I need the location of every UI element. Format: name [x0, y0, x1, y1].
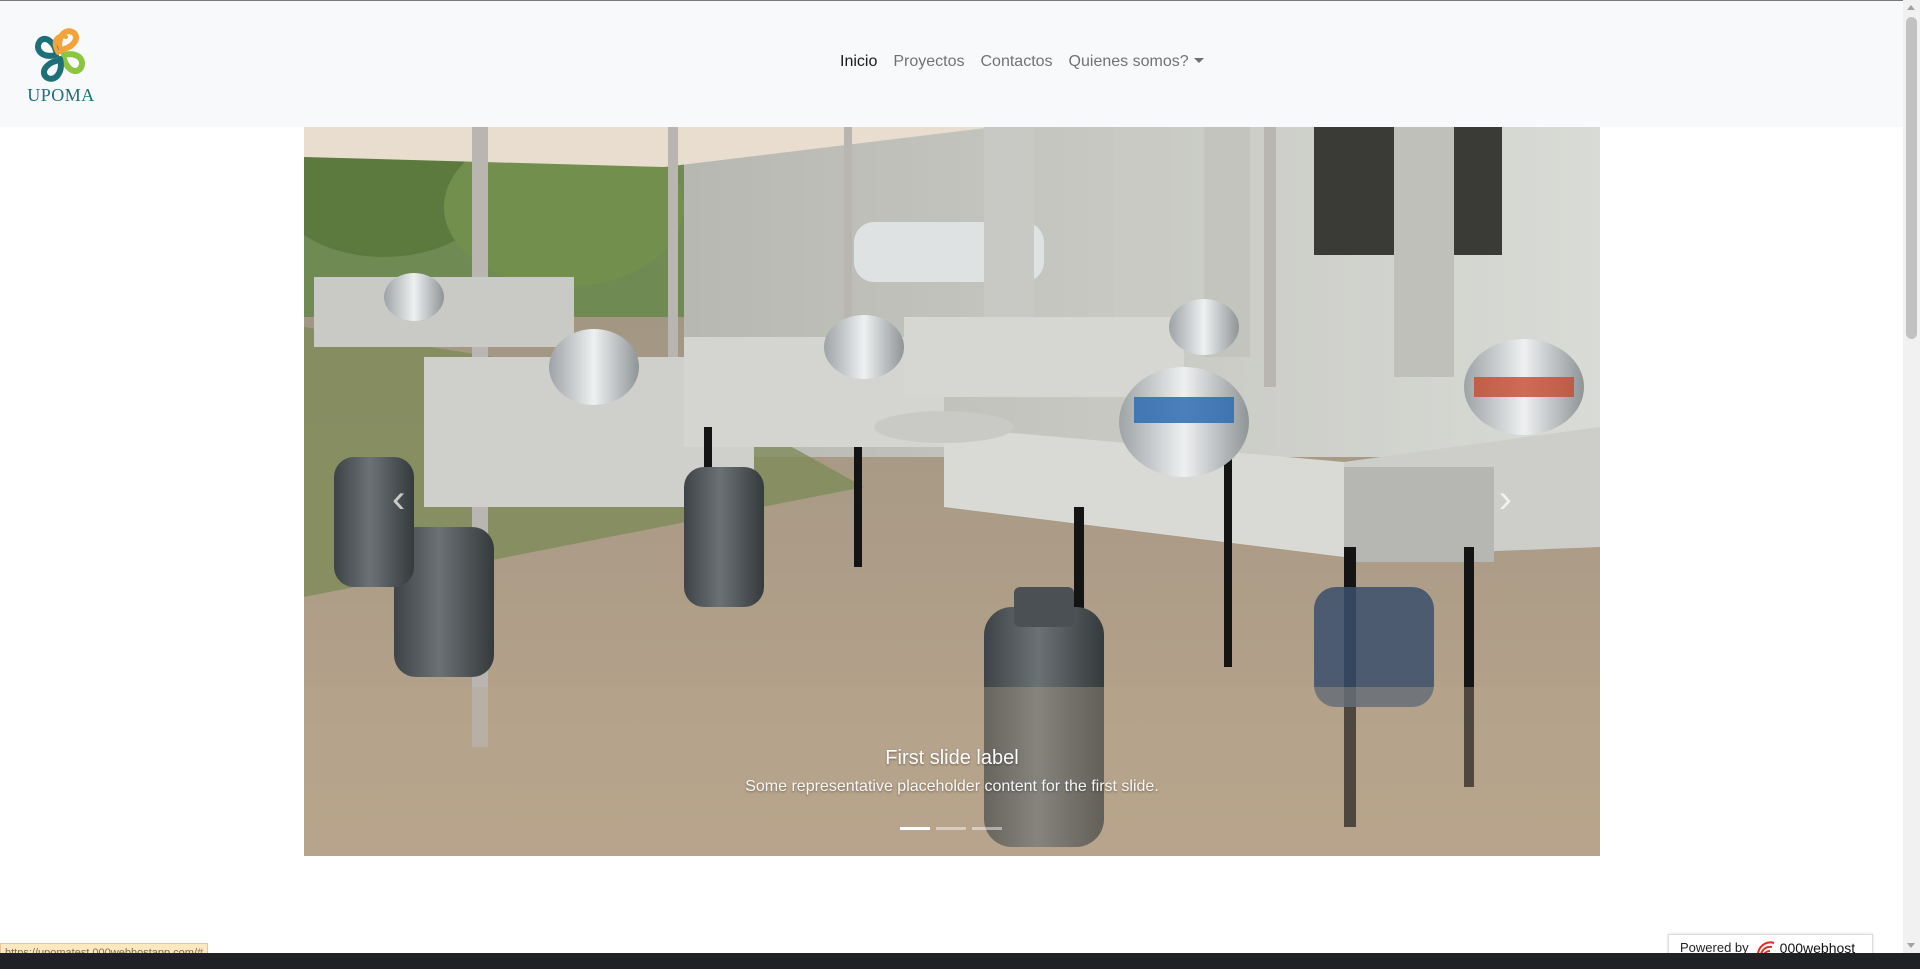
scrollbar-thumb[interactable]: [1906, 17, 1917, 339]
nav-menu: Inicio Proyectos Contactos Quienes somos…: [832, 53, 1212, 71]
nav-item-contactos[interactable]: Contactos: [973, 53, 1061, 71]
vertical-scrollbar[interactable]: [1903, 0, 1920, 953]
brand-name: UPOMA: [27, 85, 95, 105]
taskbar-strip: [0, 953, 1920, 969]
nav-item-proyectos[interactable]: Proyectos: [885, 53, 972, 71]
dropdown-caret-icon: [1193, 58, 1204, 63]
brand-logo-link[interactable]: UPOMA: [22, 19, 100, 111]
slide-caption-title: First slide label: [885, 747, 1019, 769]
chevron-left-icon: ‹: [392, 477, 406, 521]
slide-caption: First slide label Some representative pl…: [304, 747, 1600, 796]
carousel-indicators: [900, 827, 1002, 830]
chevron-right-icon: ›: [1498, 477, 1512, 521]
webhost-name: 000webhost: [1779, 939, 1856, 955]
nav-item-quienes-somos[interactable]: Quienes somos?: [1061, 53, 1212, 71]
upoma-logo-icon: [35, 28, 85, 82]
navbar: UPOMA Inicio Proyectos Contactos Quienes…: [0, 1, 1903, 127]
nav-item-quienes-somos-label: Quienes somos?: [1068, 53, 1189, 70]
carousel-indicator-1[interactable]: [900, 827, 930, 830]
slide-caption-text: Some representative placeholder content …: [745, 778, 1159, 795]
carousel-indicator-2[interactable]: [936, 827, 966, 830]
powered-by-label: Powered by: [1680, 940, 1749, 954]
scroll-up-icon[interactable]: [1907, 5, 1915, 10]
scroll-down-icon[interactable]: [1907, 943, 1915, 948]
powered-by-badge[interactable]: Powered by 000webhost: [1668, 934, 1873, 954]
webhost-logo-icon: [1756, 940, 1776, 954]
page: UPOMA Inicio Proyectos Contactos Quienes…: [0, 0, 1903, 954]
image-carousel[interactable]: ‹ › First slide label Some representativ…: [304, 127, 1600, 856]
nav-item-inicio[interactable]: Inicio: [832, 53, 885, 71]
carousel-indicator-3[interactable]: [972, 827, 1002, 830]
